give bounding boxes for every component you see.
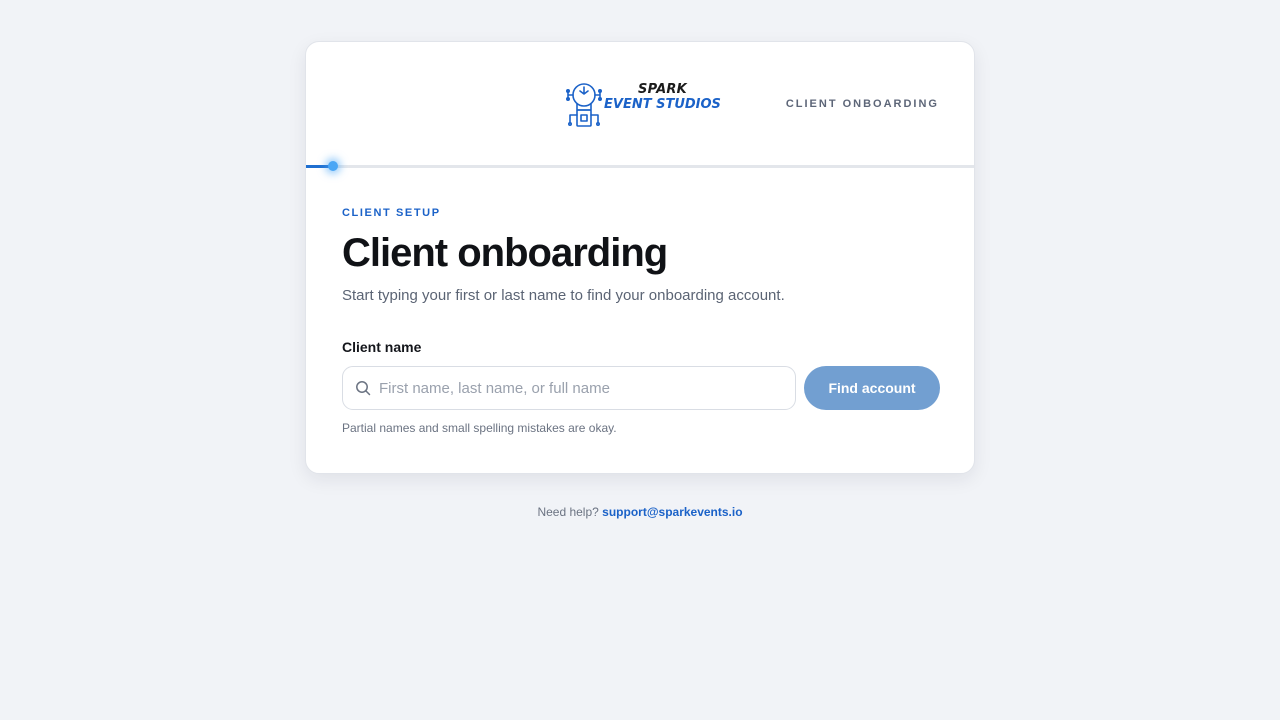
- search-field[interactable]: [342, 366, 796, 410]
- progress-indicator: [327, 161, 338, 171]
- logo-wordmark-top: SPARK: [638, 82, 687, 97]
- client-name-input[interactable]: [379, 367, 779, 409]
- support-email-link[interactable]: support@sparkevents.io: [602, 505, 742, 519]
- logo-wordmark-bottom: EVENT STUDIOS: [604, 97, 721, 112]
- find-account-button[interactable]: Find account: [804, 366, 940, 410]
- help-text: Need help?: [537, 505, 603, 519]
- section-eyebrow: CLIENT SETUP: [342, 207, 441, 219]
- page-title: Client onboarding: [342, 231, 668, 275]
- page-subtitle: Start typing your first or last name to …: [342, 287, 785, 304]
- search-row: Find account: [342, 366, 940, 410]
- header-tag: CLIENT ONBOARDING: [785, 98, 939, 110]
- brand-logo: SPARK EVENT STUDIOS: [566, 82, 721, 130]
- client-name-label: Client name: [342, 339, 422, 355]
- lightbulb-circuit-icon: [566, 83, 602, 127]
- main-content: CLIENT SETUP Client onboarding Start typ…: [342, 206, 940, 436]
- card-header: SPARK EVENT STUDIOS CLIENT ONBOARDING: [306, 42, 974, 166]
- onboarding-card: SPARK EVENT STUDIOS CLIENT ONBOARDING CL…: [305, 41, 975, 474]
- footer-help: Need help? support@sparkevents.io: [0, 504, 1280, 520]
- progress-bar: [306, 161, 974, 171]
- search-icon: [356, 381, 371, 396]
- field-hint: Partial names and small spelling mistake…: [342, 421, 617, 435]
